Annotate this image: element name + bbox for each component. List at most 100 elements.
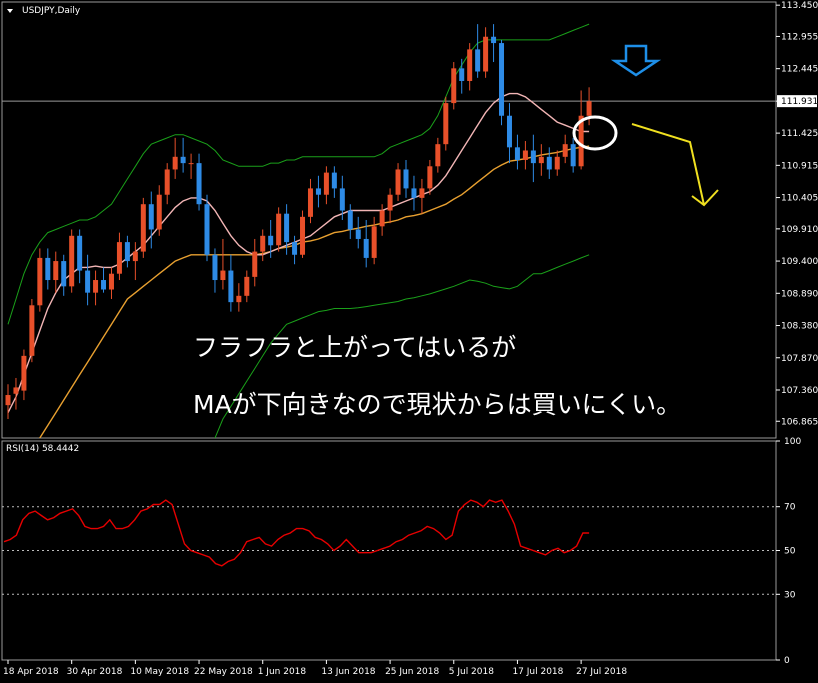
candle-body xyxy=(491,36,497,44)
price-panel xyxy=(1,1,777,439)
candle-body xyxy=(204,204,210,255)
candle-body xyxy=(244,276,250,296)
date-label: 27 Jul 2018 xyxy=(576,667,627,677)
candle-body xyxy=(483,36,489,72)
candle-body xyxy=(236,295,242,303)
price-frame xyxy=(1,1,777,439)
rsi-line xyxy=(3,499,590,567)
candle-body xyxy=(499,43,505,116)
candle-body xyxy=(419,188,425,198)
candle-body xyxy=(37,257,43,306)
candle-body xyxy=(148,204,154,230)
candle-body xyxy=(427,166,433,189)
candle-body xyxy=(140,204,146,252)
price-tick-label: 110.915 xyxy=(781,161,818,171)
candle-body xyxy=(132,251,138,262)
candle-body xyxy=(363,238,369,258)
price-tick-label: 112.445 xyxy=(781,65,818,75)
rsi-tick-label: 30 xyxy=(784,590,796,600)
date-label: 22 May 2018 xyxy=(194,667,253,677)
candle-body xyxy=(13,387,19,394)
price-tick-label: 113.450 xyxy=(781,1,818,11)
candle-body xyxy=(387,194,393,211)
candle-body xyxy=(276,213,282,246)
candle-body xyxy=(212,254,218,281)
candle-body xyxy=(77,235,83,271)
projection-arrow-line xyxy=(631,123,705,206)
price-tick-label: 112.955 xyxy=(781,32,818,42)
candle-body xyxy=(403,169,409,189)
candle-body xyxy=(379,210,385,227)
price-tick-label: 107.870 xyxy=(781,354,818,364)
candle-body xyxy=(252,251,258,277)
candle-body xyxy=(443,103,449,145)
candle-body xyxy=(506,115,512,148)
candle-body xyxy=(53,261,59,281)
candle-body xyxy=(69,235,75,287)
price-tick-label: 106.865 xyxy=(781,417,818,427)
date-label: 5 Jul 2018 xyxy=(449,667,494,677)
candle-body xyxy=(61,261,67,287)
candle-body xyxy=(546,156,552,170)
annotation-line-1: フラフラと上がってはいるが xyxy=(193,333,516,362)
candle-body xyxy=(260,235,266,252)
date-label: 17 Jul 2018 xyxy=(512,667,563,677)
candle-body xyxy=(284,213,290,243)
candle-body xyxy=(220,270,226,281)
candle-body xyxy=(180,156,186,164)
ma-short-line xyxy=(7,92,590,414)
candle-body xyxy=(586,101,592,116)
candle-body xyxy=(292,242,298,255)
price-tick-label: 108.890 xyxy=(781,289,818,299)
candle-body xyxy=(164,169,170,195)
candle-body xyxy=(116,242,122,274)
candle-body xyxy=(475,49,481,72)
dropdown-triangle-icon xyxy=(7,9,13,13)
price-tick-label: 111.425 xyxy=(781,129,818,139)
date-label: 25 Jun 2018 xyxy=(385,667,439,677)
candle-body xyxy=(538,156,544,164)
current-price-label: 111.931 xyxy=(781,97,818,107)
candle-body xyxy=(196,163,202,205)
candle-body xyxy=(268,235,274,246)
candle-body xyxy=(5,395,11,406)
date-label: 18 Apr 2018 xyxy=(3,667,59,677)
price-tick-label: 109.400 xyxy=(781,257,818,267)
rsi-tick-label: 50 xyxy=(784,547,796,557)
candle-body xyxy=(21,355,27,391)
candle-body xyxy=(562,144,568,157)
candle-body xyxy=(188,163,194,165)
candle-body xyxy=(530,150,536,164)
candle-body xyxy=(554,156,560,170)
candle-body xyxy=(570,144,576,167)
down-arrow-icon xyxy=(610,44,662,77)
rsi-label: RSI(14) 58.4442 xyxy=(6,444,79,454)
symbol-label: USDJPY,Daily xyxy=(22,6,81,16)
candle-body xyxy=(300,216,306,255)
candle-body xyxy=(315,188,321,195)
candle-body xyxy=(522,150,528,160)
candle-body xyxy=(411,188,417,198)
candle-body xyxy=(339,188,345,211)
rsi-tick-label: 100 xyxy=(784,437,801,447)
candle-body xyxy=(451,68,457,104)
candle-body xyxy=(101,280,107,290)
candle-body xyxy=(459,68,465,81)
candle-body xyxy=(45,257,51,281)
date-label: 1 Jun 2018 xyxy=(258,667,307,677)
candle-body xyxy=(29,305,35,356)
candle-body xyxy=(307,188,313,217)
candle-body xyxy=(395,169,401,195)
price-tick-label: 107.360 xyxy=(781,386,818,396)
candle-body xyxy=(331,172,337,189)
chart-canvas: 113.450 112.955 112.445 111.931 111.425 110.9… xyxy=(1,1,818,677)
candle-body xyxy=(228,270,234,303)
price-tick-label: 109.910 xyxy=(781,225,818,235)
candle-body xyxy=(124,242,130,262)
annotation-line-2: MAが下向きなので現状からは買いにくい。 xyxy=(193,390,681,419)
date-label: 10 May 2018 xyxy=(130,667,189,677)
rsi-tick-label: 70 xyxy=(784,503,796,513)
candle-body xyxy=(355,229,361,239)
rsi-panel xyxy=(1,440,777,661)
candle-body xyxy=(347,210,353,230)
